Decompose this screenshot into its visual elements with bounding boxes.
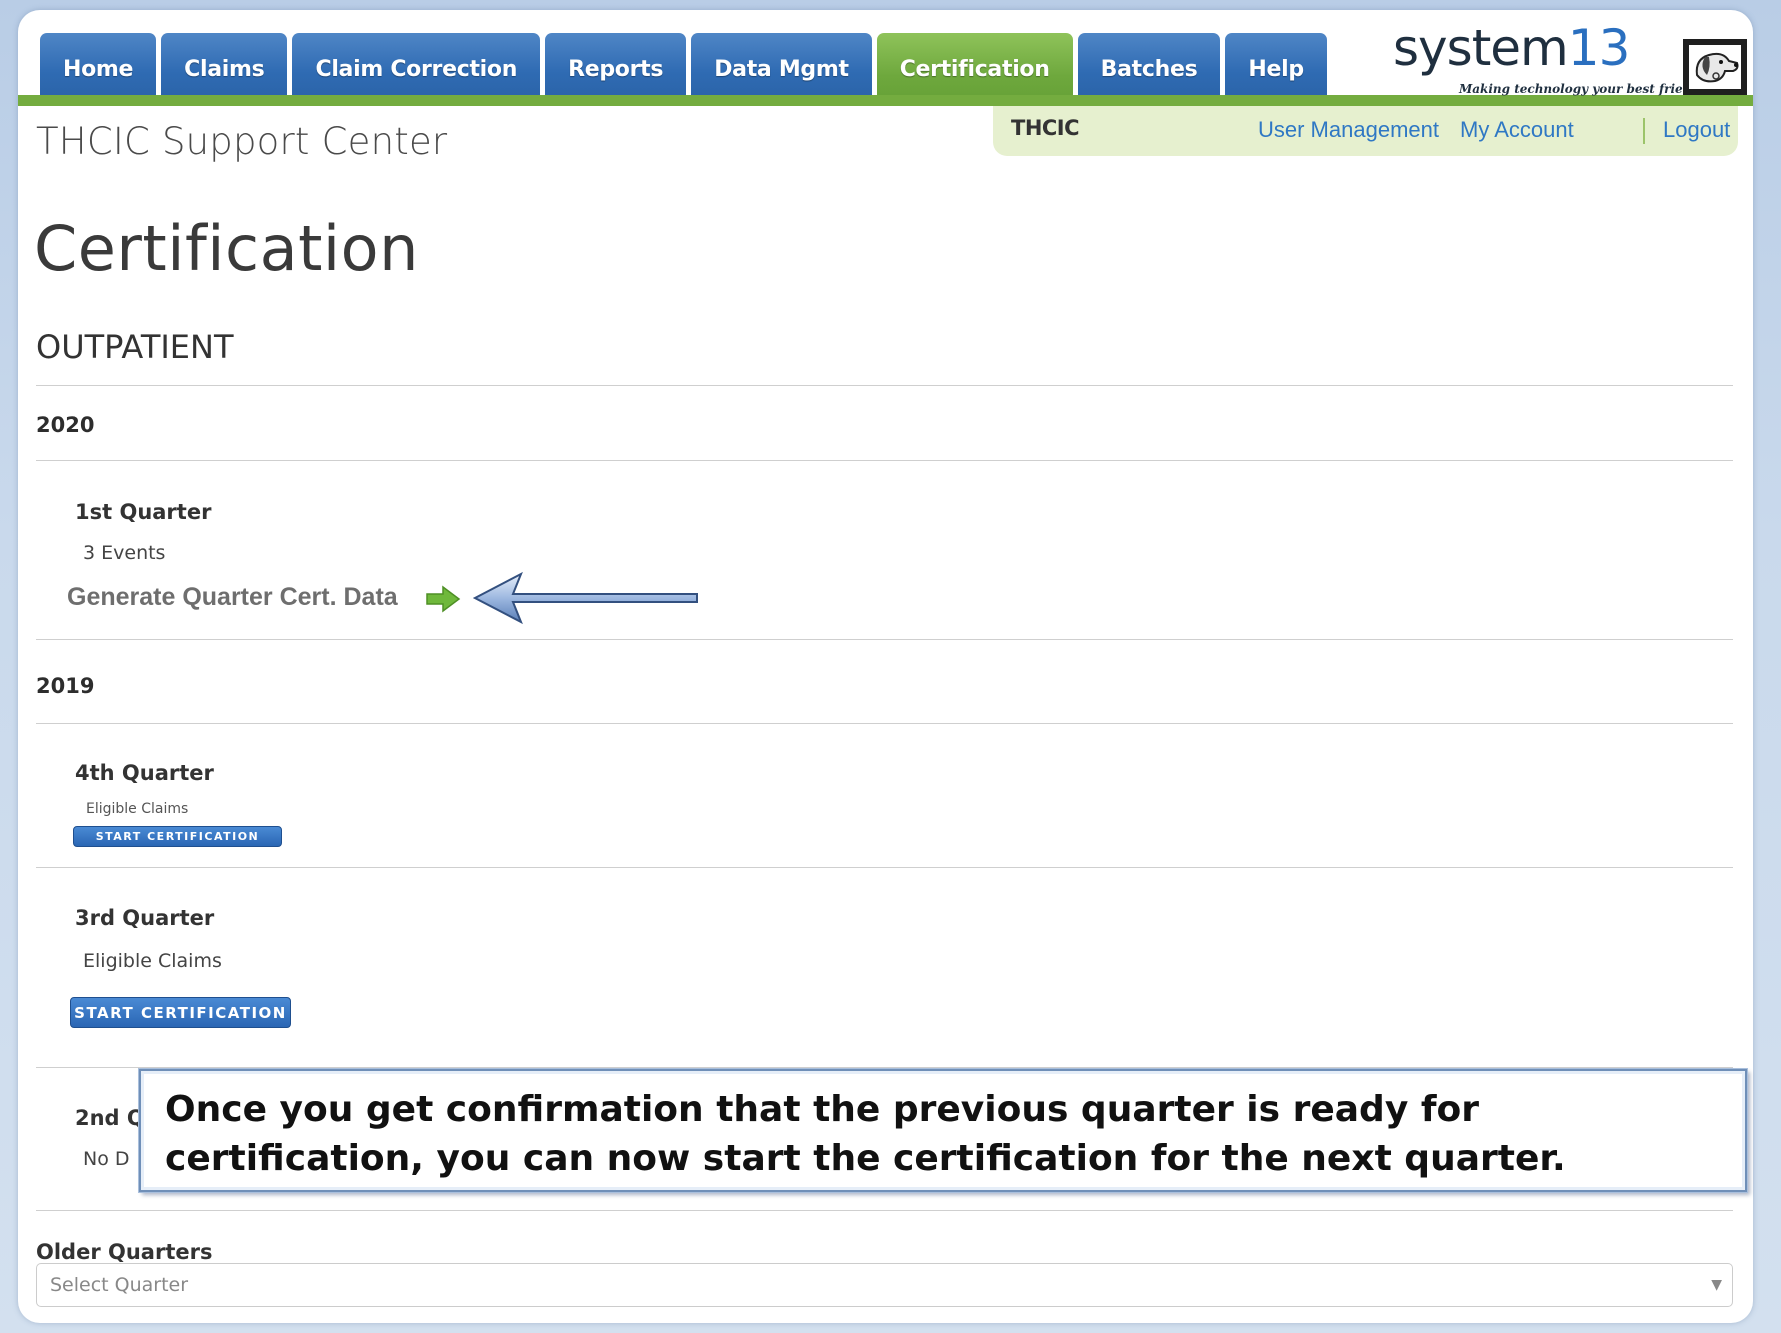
quarter-eligible-claims: Eligible Claims <box>83 950 222 972</box>
pointer-arrow-icon <box>472 570 703 630</box>
divider <box>36 1210 1733 1211</box>
quarter-title-2019-q2: 2nd Q <box>75 1106 145 1130</box>
select-quarter-placeholder: Select Quarter <box>50 1274 189 1296</box>
generate-quarter-cert-link[interactable]: Generate Quarter Cert. Data <box>67 583 398 612</box>
logo-number: 13 <box>1567 19 1631 77</box>
quarter-events-count: 3 Events <box>83 542 166 564</box>
my-account-link[interactable]: My Account <box>1460 117 1574 143</box>
divider <box>36 1067 1733 1068</box>
nav-accent-bar <box>18 95 1753 106</box>
divider <box>36 867 1733 868</box>
callout-text: Once you get confirmation that the previ… <box>165 1089 1566 1179</box>
caret-down-icon: ▼ <box>1711 1277 1722 1293</box>
start-certification-button[interactable]: START CERTIFICATION <box>73 826 282 847</box>
select-quarter-dropdown[interactable]: Select Quarter ▼ <box>36 1263 1733 1307</box>
quarter-eligible-claims: Eligible Claims <box>86 801 189 817</box>
quarter-title-2019-q4: 4th Quarter <box>75 761 214 785</box>
quarter-title-2019-q3: 3rd Quarter <box>75 906 215 930</box>
year-heading-2020: 2020 <box>36 413 95 437</box>
quarter-status: No D <box>83 1148 130 1170</box>
divider <box>36 460 1733 461</box>
logo-tagline: Making technology your best friend. <box>1459 82 1704 96</box>
link-divider <box>1643 118 1645 144</box>
main-nav: Home Claims Claim Correction Reports Dat… <box>40 23 1332 105</box>
user-management-link[interactable]: User Management <box>1258 117 1439 143</box>
start-certification-button[interactable]: START CERTIFICATION <box>70 997 291 1028</box>
page-title: Certification <box>34 212 419 285</box>
section-title: OUTPATIENT <box>36 328 234 366</box>
quarter-title-2020-q1: 1st Quarter <box>75 500 212 524</box>
divider <box>36 723 1733 724</box>
system13-logo[interactable]: system13 Making technology your best fri… <box>1393 19 1747 96</box>
instruction-callout: Once you get confirmation that the previ… <box>139 1069 1747 1192</box>
account-subheader: THCIC User Management My Account Logout <box>993 106 1738 156</box>
logo-word: system <box>1393 19 1569 77</box>
logout-link[interactable]: Logout <box>1663 117 1730 143</box>
year-heading-2019: 2019 <box>36 674 95 698</box>
older-quarters-label: Older Quarters <box>36 1240 213 1264</box>
organization-label: THCIC <box>1011 116 1080 140</box>
divider <box>36 385 1733 386</box>
divider <box>36 639 1733 640</box>
logo-wordmark: system13 <box>1393 19 1631 77</box>
site-title: THCIC Support Center <box>36 120 448 163</box>
dog-mascot-icon <box>1683 39 1747 95</box>
green-arrow-icon[interactable] <box>425 585 461 617</box>
